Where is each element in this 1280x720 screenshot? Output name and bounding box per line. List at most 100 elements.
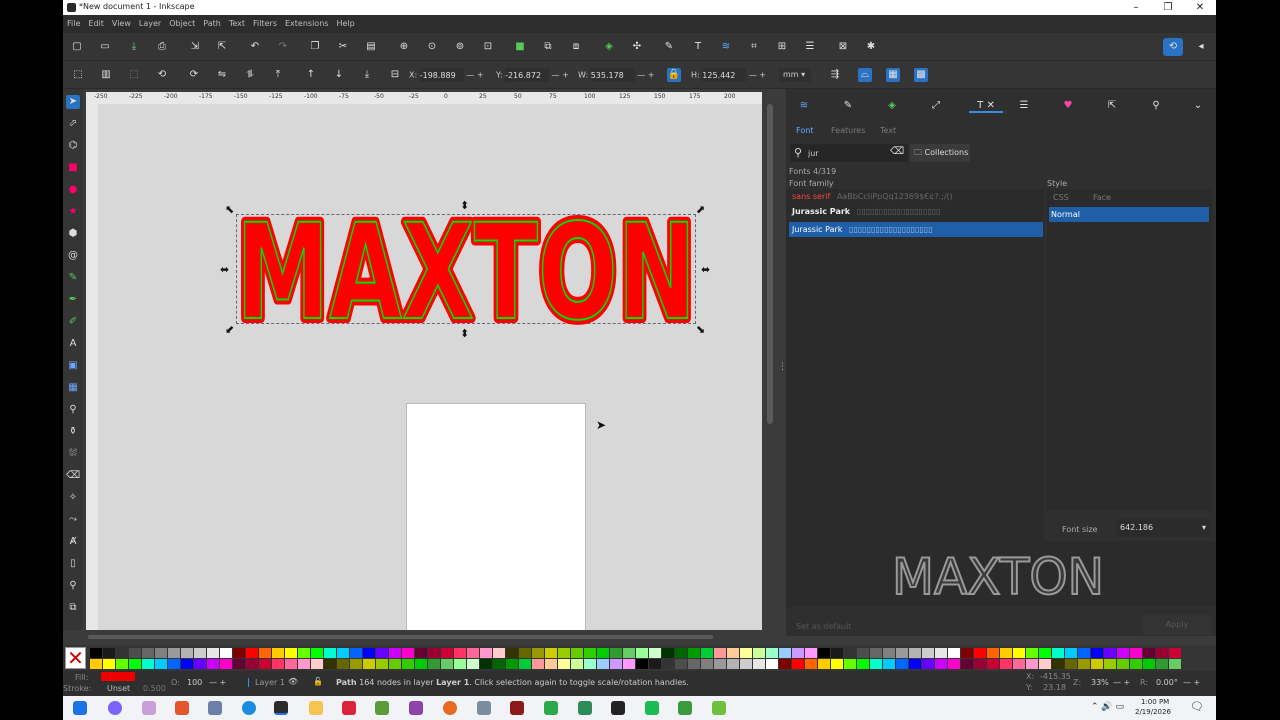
palette-swatch[interactable] — [1169, 659, 1181, 669]
palette-swatch[interactable] — [766, 648, 778, 658]
palette-swatch[interactable] — [1091, 648, 1103, 658]
palette-swatch[interactable] — [753, 648, 765, 658]
copy-icon[interactable]: ❐ — [308, 40, 322, 54]
no-paint-swatch[interactable]: ✕ — [65, 647, 86, 669]
palette-swatch[interactable] — [506, 648, 518, 658]
palette-swatch[interactable] — [948, 648, 960, 658]
palette-swatch[interactable] — [1000, 648, 1012, 658]
palette-swatch[interactable] — [1156, 648, 1168, 658]
palette-swatch[interactable] — [1117, 659, 1129, 669]
menu-path[interactable]: Path — [199, 15, 225, 33]
style-row-normal[interactable]: Normal — [1049, 207, 1209, 222]
palette-swatch[interactable] — [844, 659, 856, 669]
unit-select[interactable]: mm ▾ — [779, 68, 811, 82]
palette-swatch[interactable] — [1117, 648, 1129, 658]
menu-text[interactable]: Text — [225, 15, 249, 33]
palette-swatch[interactable] — [831, 648, 843, 658]
edge-icon[interactable] — [242, 701, 256, 715]
node-tool-icon[interactable]: ⬀ — [66, 117, 80, 131]
palette-swatch[interactable] — [311, 659, 323, 669]
palette-swatch[interactable] — [805, 648, 817, 658]
w-stepper[interactable]: — + — [637, 71, 654, 80]
palette-swatch[interactable] — [1078, 659, 1090, 669]
print-icon[interactable]: ⎙ — [155, 40, 169, 54]
app-icon-13[interactable] — [544, 701, 558, 715]
drawing-canvas[interactable]: MAXTON MAXTON ⬉ ⬍ ⬈ ⬌ ⬌ ⬋ ⬍ ⬊ ➤ — [98, 104, 762, 630]
import-icon[interactable]: ⇲ — [188, 40, 202, 54]
app-icon-18[interactable] — [712, 701, 726, 715]
palette-swatch[interactable] — [1169, 648, 1181, 658]
pages-list-icon[interactable]: ⧉ — [66, 601, 80, 615]
vertical-scrollbar[interactable] — [767, 104, 773, 424]
palette-swatch[interactable] — [571, 659, 583, 669]
lower-icon[interactable]: ↓ — [332, 68, 346, 82]
paint-bucket-tool-icon[interactable]: ⚱ — [66, 425, 80, 439]
palette-swatch[interactable] — [623, 659, 635, 669]
notification-icon[interactable]: 🗨 — [1190, 700, 1204, 713]
palette-swatch[interactable] — [597, 648, 609, 658]
menu-object[interactable]: Object — [165, 15, 199, 33]
zoom-tool-icon[interactable]: ⚲ — [66, 579, 80, 593]
menu-view[interactable]: View — [108, 15, 135, 33]
palette-swatch[interactable] — [376, 659, 388, 669]
text-font-icon[interactable]: T — [691, 40, 705, 54]
lower-bottom-icon[interactable]: ⤓ — [360, 68, 374, 82]
close-button[interactable]: ✕ — [1184, 0, 1216, 15]
palette-swatch[interactable] — [714, 659, 726, 669]
palette-swatch[interactable] — [779, 659, 791, 669]
clone-icon[interactable]: ⧉ — [541, 40, 555, 54]
scale-corners-icon[interactable]: ⌓ — [858, 68, 872, 82]
snap-menu-icon[interactable]: ◂ — [1194, 40, 1208, 54]
palette-swatch[interactable] — [727, 648, 739, 658]
mesh-tool-icon[interactable]: ▦ — [66, 381, 80, 395]
palette-swatch[interactable] — [337, 659, 349, 669]
scale-handle-w[interactable]: ⬌ — [220, 264, 229, 275]
text-tool-icon[interactable]: A — [66, 337, 80, 351]
calligraphy-tool-icon[interactable]: ✐ — [66, 315, 80, 329]
flip-horizontal-icon[interactable]: ⇋ — [215, 68, 229, 82]
app-icon-12[interactable] — [510, 701, 524, 715]
stroke-width[interactable]: 0.500 — [143, 684, 166, 693]
palette-swatch[interactable] — [597, 659, 609, 669]
palette-swatch[interactable] — [350, 659, 362, 669]
palette-swatch[interactable] — [233, 648, 245, 658]
menu-edit[interactable]: Edit — [84, 15, 108, 33]
zoom-width-icon[interactable]: ⊡ — [481, 40, 495, 54]
palette-swatch[interactable] — [948, 659, 960, 669]
align-distribute-icon[interactable]: ⊞ — [775, 40, 789, 54]
palette-swatch[interactable] — [1052, 659, 1064, 669]
palette-swatch[interactable] — [558, 648, 570, 658]
palette-swatch[interactable] — [220, 659, 232, 669]
palette-swatch[interactable] — [987, 648, 999, 658]
palette-swatch[interactable] — [415, 659, 427, 669]
palette-swatch[interactable] — [363, 648, 375, 658]
palette-swatch[interactable] — [454, 659, 466, 669]
palette-swatch[interactable] — [688, 659, 700, 669]
inkscape-taskbar-icon[interactable] — [274, 701, 288, 715]
palette-swatch[interactable] — [831, 659, 843, 669]
palette-swatch[interactable] — [129, 648, 141, 658]
app-icon-15[interactable] — [611, 701, 625, 715]
palette-swatch[interactable] — [844, 648, 856, 658]
opacity-stepper[interactable]: — + — [209, 678, 226, 687]
horizontal-scrollbar[interactable] — [88, 635, 713, 639]
palette-swatch[interactable] — [246, 648, 258, 658]
palette-swatch[interactable] — [1000, 659, 1012, 669]
rotate-value[interactable]: 0.00° — [1156, 678, 1178, 687]
measure-tool-icon[interactable]: Ⱥ — [66, 535, 80, 549]
palette-swatch[interactable] — [1078, 648, 1090, 658]
document-properties-icon[interactable]: ⊠ — [836, 40, 850, 54]
palette-swatch[interactable] — [298, 659, 310, 669]
font-size-combo[interactable]: 642.186 ▾ — [1116, 519, 1210, 537]
palette-swatch[interactable] — [142, 659, 154, 669]
palette-swatch[interactable] — [805, 659, 817, 669]
scale-handle-ne[interactable]: ⬈ — [696, 204, 705, 215]
palette-swatch[interactable] — [714, 648, 726, 658]
app-icon-2[interactable] — [142, 701, 156, 715]
box-3d-tool-icon[interactable]: ⬢ — [66, 227, 80, 241]
palette-swatch[interactable] — [519, 648, 531, 658]
system-tray-icons[interactable]: ⌃ 🔊 ▭ — [1091, 702, 1124, 712]
scale-handle-e[interactable]: ⬌ — [701, 264, 710, 275]
snap-toggle-icon[interactable]: ⟲ — [1163, 38, 1183, 56]
dock-tab-layers-icon[interactable]: ≋ — [797, 99, 811, 113]
